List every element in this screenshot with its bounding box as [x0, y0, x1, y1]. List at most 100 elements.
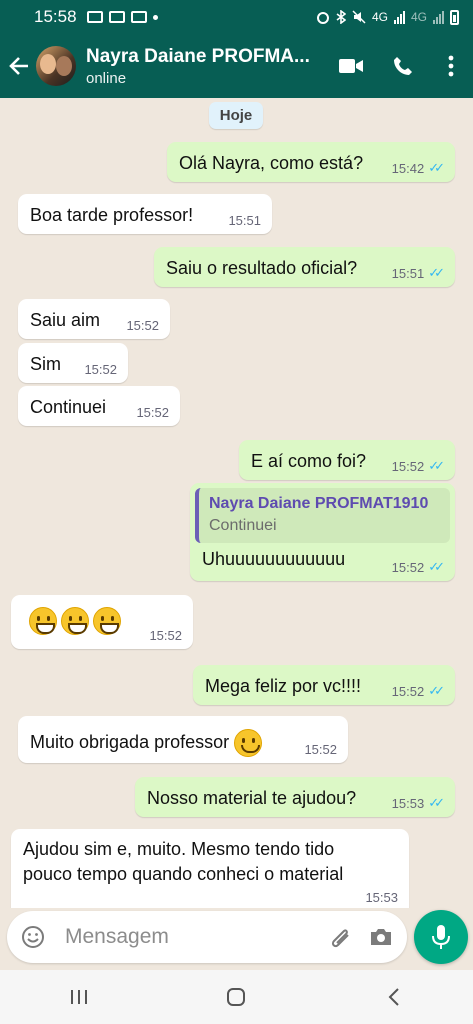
- signal-icon-2: [433, 10, 444, 24]
- network-label-2: 4G: [410, 10, 427, 24]
- avatar[interactable]: [36, 46, 76, 86]
- message-out[interactable]: Mega feliz por vc!!!! 15:52 ✓✓: [193, 665, 455, 705]
- smiling-face-emoji: [234, 729, 263, 757]
- message-placeholder: Mensagem: [65, 925, 169, 948]
- message-time: 15:53: [391, 795, 425, 811]
- system-icons: 4G 4G: [316, 9, 459, 25]
- signal-icon-1: [393, 10, 405, 24]
- video-call-button[interactable]: [325, 34, 377, 98]
- message-out[interactable]: Saiu o resultado oficial? 15:51 ✓✓: [154, 247, 455, 287]
- emoji-icon: [22, 926, 44, 948]
- home-button[interactable]: [206, 975, 266, 1019]
- message-time: 15:52: [391, 683, 425, 699]
- recent-apps-button[interactable]: [49, 975, 109, 1019]
- message-out-reply[interactable]: Nayra Daiane PROFMAT1910 Continuei Uhuuu…: [190, 483, 455, 581]
- message-time: 15:51: [391, 265, 425, 281]
- quoted-author: Nayra Daiane PROFMAT1910: [209, 495, 429, 512]
- back-arrow-icon: [9, 57, 28, 75]
- read-ticks-icon: ✓✓: [428, 160, 445, 175]
- message-in[interactable]: Continuei 15:52: [18, 386, 180, 426]
- status-time: 15:58: [34, 7, 77, 26]
- read-ticks-icon: ✓✓: [428, 795, 445, 810]
- message-text: Muito obrigada professor: [30, 731, 230, 752]
- chat-header: Nayra Daiane PROFMA... online: [0, 34, 473, 98]
- home-icon: [227, 988, 246, 1006]
- message-text: Continuei: [30, 397, 107, 417]
- phone-call-button[interactable]: [377, 34, 429, 98]
- message-text-line: pouco tempo quando conheci o material: [23, 864, 344, 884]
- attach-icon: [331, 929, 349, 948]
- message-time: 15:52: [149, 628, 182, 643]
- contact-status: online: [86, 69, 127, 87]
- back-button[interactable]: [2, 34, 36, 98]
- mute-icon: [352, 10, 366, 24]
- date-divider: Hoje: [209, 102, 263, 129]
- system-nav-bar: [0, 970, 473, 1024]
- message-in[interactable]: Muito obrigada professor 15:52: [18, 716, 348, 763]
- message-time: 15:52: [126, 318, 159, 333]
- message-text: Nosso material te ajudou?: [147, 788, 357, 808]
- message-in[interactable]: Boa tarde professor! 15:51: [18, 194, 272, 234]
- message-time: 15:52: [391, 458, 425, 474]
- camera-button[interactable]: [361, 911, 401, 963]
- contact-info[interactable]: Nayra Daiane PROFMA... online: [86, 46, 325, 87]
- read-ticks-icon: ✓✓: [428, 265, 445, 280]
- message-time: 15:51: [228, 213, 261, 228]
- attach-button[interactable]: [321, 911, 361, 963]
- quoted-text: Continuei: [209, 517, 277, 534]
- contact-name: Nayra Daiane PROFMA...: [86, 45, 310, 67]
- message-text: Mega feliz por vc!!!!: [205, 676, 362, 696]
- more-options-icon: [448, 55, 454, 77]
- message-time: 15:52: [391, 559, 425, 575]
- more-notifications-icon: [152, 14, 158, 20]
- video-call-icon: [339, 59, 363, 73]
- message-out[interactable]: E aí como foi? 15:52 ✓✓: [239, 440, 455, 480]
- notification-icons: [86, 11, 158, 23]
- message-text: E aí como foi?: [251, 451, 367, 471]
- message-icon: [108, 11, 125, 23]
- back-icon: [388, 988, 399, 1006]
- phone-call-icon: [394, 57, 412, 75]
- network-label-1: 4G: [371, 10, 388, 24]
- composer: Mensagem: [0, 908, 473, 970]
- more-options-button[interactable]: [429, 34, 473, 98]
- message-in-emoji[interactable]: 15:52: [11, 595, 193, 649]
- grinning-face-emoji: [93, 607, 121, 635]
- emoji-button[interactable]: [13, 911, 53, 963]
- message-time: 15:52: [84, 362, 117, 377]
- message-text: Uhuuuuuuuuuuuu: [202, 549, 346, 569]
- grinning-face-emoji: [29, 607, 57, 635]
- message-text: Boa tarde professor!: [30, 205, 194, 225]
- calendar-icon: [130, 11, 147, 23]
- message-text: Saiu o resultado oficial?: [166, 258, 358, 278]
- mic-button[interactable]: [414, 910, 468, 964]
- quoted-message[interactable]: Nayra Daiane PROFMAT1910 Continuei: [195, 488, 450, 543]
- status-bar: 15:58 4G 4G: [0, 0, 473, 34]
- message-time: 15:52: [304, 742, 337, 757]
- camera-icon: [371, 929, 391, 945]
- battery-icon: [450, 9, 459, 25]
- message-time: 15:53: [365, 890, 398, 905]
- message-in[interactable]: Sim 15:52: [18, 343, 128, 383]
- message-out[interactable]: Olá Nayra, como está? 15:42 ✓✓: [167, 142, 455, 182]
- bluetooth-icon: [336, 10, 346, 24]
- alarm-icon: [316, 12, 329, 24]
- nav-back-button[interactable]: [364, 975, 424, 1019]
- message-text: Saiu aim: [30, 310, 101, 330]
- message-text: Olá Nayra, como está?: [179, 153, 364, 173]
- recent-apps-icon: [70, 990, 87, 1004]
- message-text: Sim: [30, 354, 61, 374]
- message-list[interactable]: Hoje Olá Nayra, como está? 15:42 ✓✓ Boa t…: [0, 98, 473, 908]
- message-out[interactable]: Nosso material te ajudou? 15:53 ✓✓: [135, 777, 455, 817]
- message-time: 15:52: [136, 405, 169, 420]
- grinning-face-emoji: [61, 607, 89, 635]
- message-in[interactable]: Ajudou sim e, muito. Mesmo tendo tido po…: [11, 829, 409, 908]
- mic-icon: [432, 925, 450, 949]
- gallery-icon: [86, 11, 103, 23]
- message-time: 15:42: [391, 160, 425, 176]
- read-ticks-icon: ✓✓: [428, 559, 445, 574]
- message-in[interactable]: Saiu aim 15:52: [18, 299, 170, 339]
- message-input[interactable]: Mensagem: [7, 911, 407, 963]
- message-text-line: Ajudou sim e, muito. Mesmo tendo tido: [23, 839, 335, 859]
- read-ticks-icon: ✓✓: [428, 683, 445, 698]
